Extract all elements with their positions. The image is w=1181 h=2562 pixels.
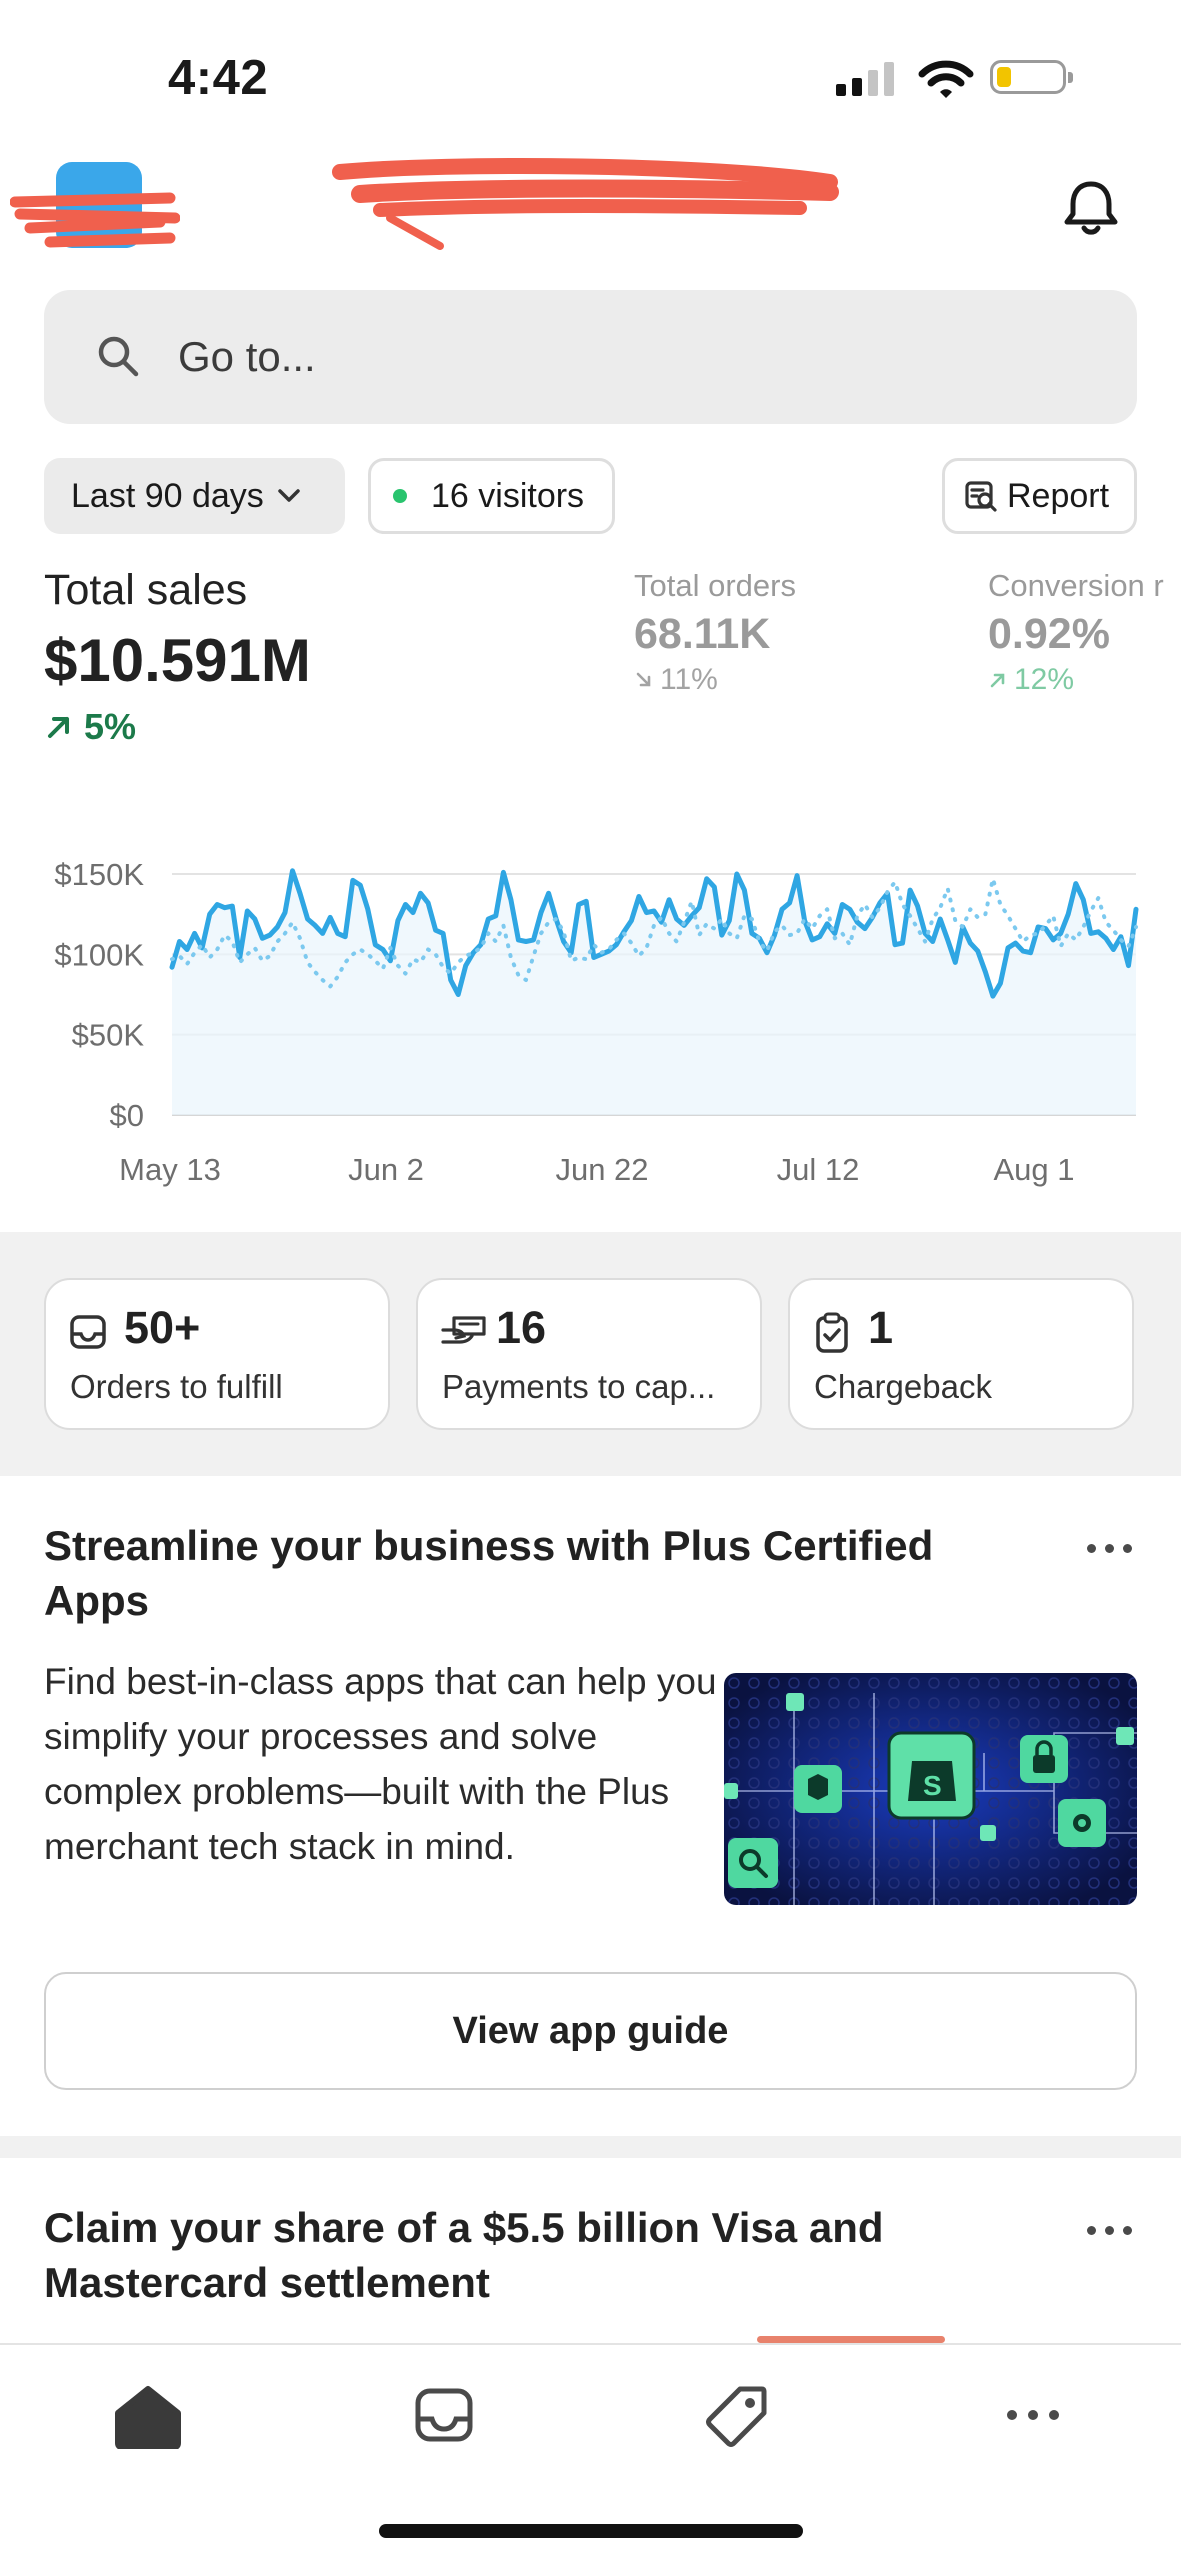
notification-bell-icon[interactable] <box>1060 176 1122 240</box>
task-count: 16 <box>496 1302 547 1353</box>
y-tick-label: $150K <box>54 857 144 892</box>
live-dot-icon <box>393 489 407 503</box>
home-icon[interactable] <box>114 2383 182 2449</box>
search-bar[interactable] <box>44 290 1137 424</box>
x-tick-label: Aug 1 <box>993 1152 1074 1187</box>
task-card-chargeback[interactable]: 1 Chargeback <box>788 1278 1134 1430</box>
arrow-up-right-icon <box>990 673 1005 688</box>
sales-line-chart[interactable]: $150K $100K $50K $0 May 13 Jun 2 Jun 22 Jul 12 A… <box>0 800 1181 1200</box>
card-body: Find best-in-class apps that can help yo… <box>44 1661 717 1867</box>
y-tick-label: $100K <box>54 937 144 972</box>
date-range-selector[interactable]: Last 90 days <box>44 458 345 534</box>
x-tick-label: May 13 <box>119 1152 221 1187</box>
card-title: Claim your share of a $5.5 billion Visa … <box>44 2204 884 2306</box>
redaction-mark <box>10 192 180 248</box>
search-input[interactable] <box>176 320 1080 394</box>
plus-apps-illustration: S <box>724 1673 1137 1905</box>
date-range-label: Last 90 days <box>71 476 264 515</box>
task-label: Chargeback <box>814 1368 992 1405</box>
status-time: 4:42 <box>168 51 269 105</box>
card-more-menu-icon[interactable] <box>1074 2210 1144 2250</box>
total-sales-change: 5% <box>44 706 136 748</box>
inbox-icon <box>70 1315 106 1349</box>
svg-text:S: S <box>923 1770 942 1801</box>
y-tick-label: $0 <box>110 1098 144 1133</box>
arrow-down-right-icon <box>636 672 651 687</box>
report-label: Report <box>1007 476 1110 515</box>
task-label: Payments to cap... <box>442 1368 716 1405</box>
report-icon <box>965 481 997 512</box>
x-tick-label: Jun 22 <box>555 1152 648 1187</box>
view-app-guide-button[interactable]: View app guide <box>44 1972 1137 2090</box>
task-count: 1 <box>868 1302 894 1353</box>
conversion-change: 12% <box>988 663 1181 697</box>
total-orders-change: 11% <box>634 663 796 697</box>
total-orders-label: Total orders <box>634 568 796 603</box>
y-tick-label: $50K <box>72 1018 145 1053</box>
redaction-mark <box>332 158 839 250</box>
task-card-orders[interactable]: 50+ Orders to fulfill <box>44 1278 390 1430</box>
clipboard-check-icon <box>816 1312 848 1353</box>
more-icon[interactable] <box>998 2395 1068 2435</box>
total-orders-value: 68.11K <box>634 610 771 658</box>
x-tick-label: Jul 12 <box>777 1152 860 1187</box>
task-card-payments[interactable]: 16 Payments to cap... <box>416 1278 762 1430</box>
banner-peek <box>757 2336 945 2343</box>
tag-icon[interactable] <box>704 2383 770 2449</box>
live-visitors-chip[interactable]: 16 visitors <box>368 458 615 534</box>
total-orders-change-value: 11% <box>660 663 718 696</box>
total-sales-value: $10.591M <box>44 627 311 694</box>
arrow-up-right-icon <box>48 717 69 738</box>
conversion-label: Conversion r <box>988 568 1164 603</box>
home-indicator <box>379 2524 803 2538</box>
section-divider <box>0 2136 1181 2158</box>
cellular-signal-icon <box>836 62 894 96</box>
total-sales-label: Total sales <box>44 566 248 614</box>
inbox-icon[interactable] <box>412 2383 476 2447</box>
wifi-icon <box>918 60 974 98</box>
visitors-label: 16 visitors <box>431 476 585 515</box>
chevron-down-icon <box>278 489 300 502</box>
battery-icon <box>990 60 1073 94</box>
payment-hand-icon <box>441 1316 486 1344</box>
total-orders-metric[interactable]: Total orders 68.11K 11% <box>634 568 796 697</box>
conversion-value: 0.92% <box>988 610 1110 658</box>
card-title: Streamline your business with Plus Certi… <box>44 1522 934 1624</box>
conversion-change-value: 12% <box>1014 663 1075 696</box>
total-sales-change-value: 5% <box>84 706 137 747</box>
conversion-metric[interactable]: Conversion r 0.92% 12% <box>988 568 1181 697</box>
task-label: Orders to fulfill <box>70 1368 283 1405</box>
search-icon <box>98 336 139 377</box>
card-more-menu-icon[interactable] <box>1074 1528 1144 1568</box>
report-button[interactable]: Report <box>942 458 1137 534</box>
task-count: 50+ <box>124 1302 201 1353</box>
x-tick-label: Jun 2 <box>348 1152 424 1187</box>
